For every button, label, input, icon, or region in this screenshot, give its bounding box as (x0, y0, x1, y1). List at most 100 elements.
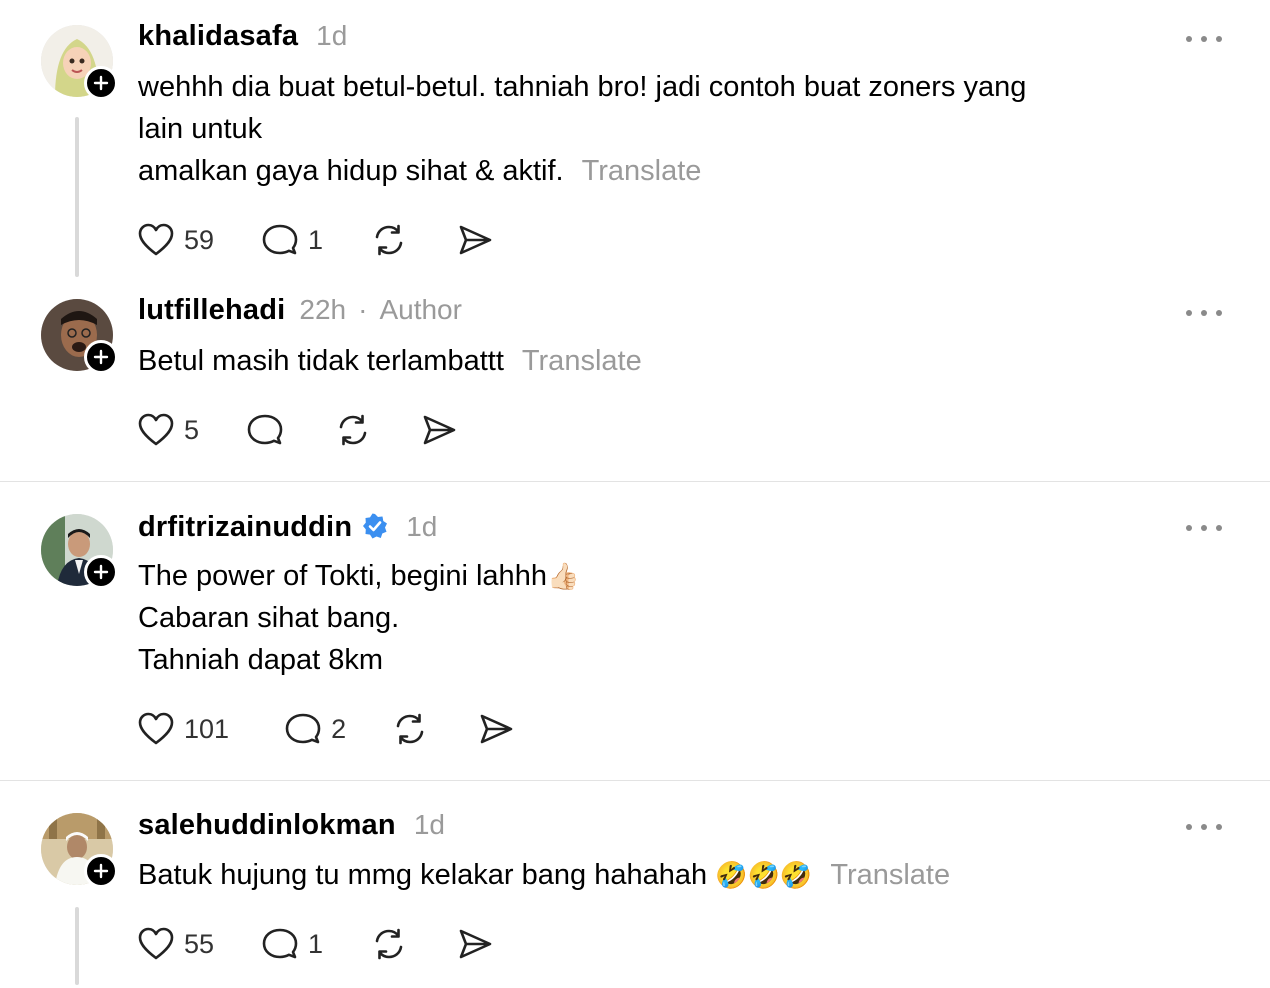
plus-icon (93, 564, 109, 580)
follow-button[interactable] (84, 555, 118, 589)
share-icon (423, 415, 456, 445)
repost-icon (375, 224, 403, 256)
like-button[interactable]: 101 (138, 712, 229, 746)
body-line-last: amalkan gaya hidup sihat & aktif. Transla… (138, 150, 1026, 192)
comment-icon (285, 713, 321, 744)
more-options-button[interactable] (1186, 308, 1222, 318)
more-icon-dot (1216, 525, 1222, 531)
post-body: Betul masih tidak terlambattt Translate (138, 340, 642, 382)
share-icon (459, 929, 492, 959)
thread-line (75, 907, 79, 985)
timestamp: 1d (316, 20, 348, 51)
username[interactable]: salehuddinlokman (138, 809, 396, 842)
more-icon-dot (1216, 310, 1222, 316)
follow-button[interactable] (84, 340, 118, 374)
post-body: The power of Tokti, begini lahhh👍🏻 Cabar… (138, 555, 579, 681)
repost-button[interactable] (371, 926, 407, 962)
plus-icon (93, 75, 109, 91)
reply-count: 1 (308, 928, 324, 959)
body-line: The power of Tokti, begini lahhh👍🏻 (138, 555, 579, 597)
like-button[interactable]: 5 (138, 413, 199, 447)
verified-icon (362, 513, 388, 539)
more-options-button[interactable] (1186, 822, 1222, 832)
reply-button[interactable]: 1 (262, 927, 323, 961)
timestamp: 22h (299, 294, 347, 325)
more-options-button[interactable] (1186, 34, 1222, 44)
like-button[interactable]: 55 (138, 927, 214, 961)
more-icon (1186, 36, 1192, 42)
like-count: 101 (184, 713, 230, 744)
repost-button[interactable] (392, 711, 428, 747)
comment-icon (262, 224, 298, 255)
body-text: Betul masih tidak terlambattt (138, 345, 504, 377)
repost-button[interactable] (371, 222, 407, 258)
comment-icon (247, 414, 283, 445)
body-text: Batuk hujung tu mmg kelakar bang hahahah (138, 859, 708, 891)
laughing-emoji: 🤣🤣🤣 (715, 860, 813, 890)
more-icon-dot (1201, 36, 1207, 42)
reply-count: 1 (308, 224, 324, 255)
share-button[interactable] (478, 712, 514, 746)
repost-icon (375, 928, 403, 960)
translate-link[interactable]: Translate (522, 345, 642, 377)
post-body: Batuk hujung tu mmg kelakar bang hahahah… (138, 854, 950, 896)
action-bar: 55 1 (138, 924, 493, 964)
reply-button[interactable]: 1 (262, 223, 323, 257)
body-text: The power of Tokti, begini lahhh (138, 560, 547, 592)
post-header: salehuddinlokman 1d (138, 809, 445, 842)
reply-button[interactable]: 2 (285, 712, 346, 746)
more-icon (1186, 525, 1192, 531)
translate-link[interactable]: Translate (830, 859, 950, 891)
translate-link[interactable]: Translate (582, 155, 702, 187)
more-icon-dot (1201, 310, 1207, 316)
meta-separator: · (358, 294, 368, 325)
post-header: drfitrizainuddin 1d (138, 510, 437, 544)
action-bar: 59 1 (138, 220, 493, 260)
username[interactable]: lutfillehadi (138, 294, 285, 327)
heart-icon (138, 413, 174, 446)
body-line: Cabaran sihat bang. (138, 602, 400, 634)
more-icon-dot (1201, 824, 1207, 830)
reply-count: 2 (331, 713, 347, 744)
like-count: 5 (184, 414, 200, 445)
share-icon (459, 225, 492, 255)
comment-post-lutfillehadi: lutfillehadi 22h · Author Betul masih ti… (0, 280, 1270, 480)
more-icon (1186, 310, 1192, 316)
reply-button[interactable] (247, 413, 293, 447)
like-button[interactable]: 59 (138, 223, 214, 257)
heart-icon (138, 712, 174, 745)
action-bar: 101 2 (138, 709, 514, 749)
body-line-last: Batuk hujung tu mmg kelakar bang hahahah… (138, 854, 950, 896)
post-body: wehhh dia buat betul-betul. tahniah bro!… (138, 66, 1026, 192)
timestamp: 1d (406, 511, 438, 542)
repost-icon (339, 414, 367, 446)
comment-post-khalidasafa: khalidasafa 1d wehhh dia buat betul-betu… (0, 0, 1270, 280)
body-line-last: Betul masih tidak terlambattt Translate (138, 340, 642, 382)
thumbs-up-emoji: 👍🏻 (546, 561, 580, 591)
body-line: wehhh dia buat betul-betul. tahniah bro!… (138, 71, 1027, 103)
share-button[interactable] (457, 223, 493, 257)
body-text: amalkan gaya hidup sihat & aktif. (138, 155, 564, 187)
more-options-button[interactable] (1186, 523, 1222, 533)
heart-icon (138, 223, 174, 256)
follow-button[interactable] (84, 854, 118, 888)
repost-button[interactable] (335, 412, 371, 448)
share-button[interactable] (421, 413, 457, 447)
username[interactable]: khalidasafa (138, 20, 298, 53)
more-icon-dot (1216, 36, 1222, 42)
comment-post-drfitrizainuddin: drfitrizainuddin 1d The power of Tokti, … (0, 482, 1270, 780)
share-button[interactable] (457, 927, 493, 961)
heart-icon (138, 927, 174, 960)
author-label: Author (379, 294, 462, 325)
comment-icon (262, 928, 298, 959)
follow-button[interactable] (84, 66, 118, 100)
plus-icon (93, 349, 109, 365)
like-count: 55 (184, 928, 215, 959)
action-bar: 5 (138, 410, 457, 450)
username[interactable]: drfitrizainuddin (138, 511, 352, 544)
plus-icon (93, 863, 109, 879)
post-header: khalidasafa 1d (138, 20, 347, 53)
body-line: Tahniah dapat 8km (138, 644, 384, 676)
share-icon (480, 714, 513, 744)
more-icon (1186, 824, 1192, 830)
